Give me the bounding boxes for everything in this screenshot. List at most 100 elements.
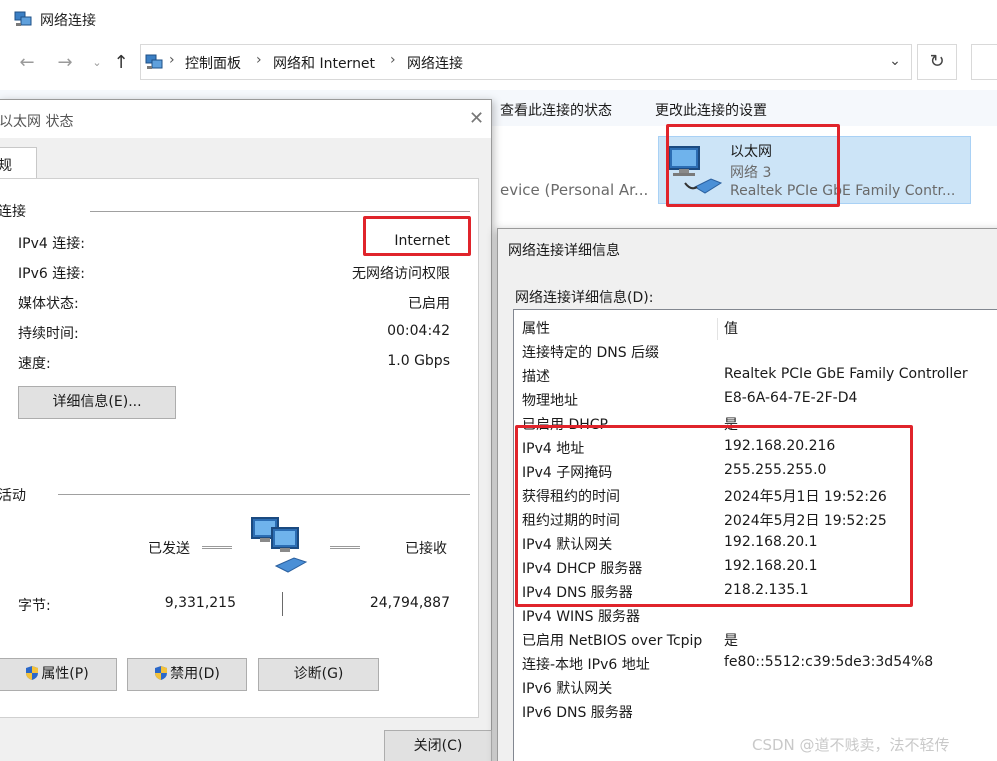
- tab-label: 规: [0, 158, 12, 174]
- list-item[interactable]: IPv6 DNS 服务器: [514, 700, 997, 724]
- details-button[interactable]: 详细信息(E)...: [18, 386, 176, 419]
- property-value: 2024年5月1日 19:52:26: [724, 489, 887, 505]
- list-item[interactable]: IPv4 默认网关 192.168.20.1: [514, 532, 997, 556]
- network-connections-icon: [14, 11, 32, 26]
- recent-dropdown-icon[interactable]: ⌄: [86, 52, 108, 74]
- property-value: 192.168.20.1: [724, 534, 818, 550]
- property-key: 连接-本地 IPv6 地址: [522, 657, 650, 673]
- chevron-down-icon[interactable]: ⌄: [885, 53, 905, 73]
- list-item[interactable]: IPv4 DHCP 服务器 192.168.20.1: [514, 556, 997, 580]
- group-divider: [58, 494, 470, 495]
- change-settings-command[interactable]: 更改此连接的设置: [655, 100, 767, 120]
- diagnose-button[interactable]: 诊断(G): [258, 658, 379, 691]
- list-item[interactable]: 已启用 NetBIOS over Tcpip 是: [514, 628, 997, 652]
- list-item[interactable]: IPv4 DNS 服务器 218.2.135.1: [514, 580, 997, 604]
- column-separator[interactable]: [717, 318, 718, 340]
- dialog-title-bar: 以太网 状态 ✕: [0, 100, 491, 138]
- list-item[interactable]: 租约过期的时间 2024年5月2日 19:52:25: [514, 508, 997, 532]
- back-arrow-icon[interactable]: ←: [16, 52, 38, 74]
- ipv4-connectivity-value: Internet: [394, 233, 450, 249]
- details-list-label: 网络连接详细信息(D):: [515, 290, 654, 306]
- property-value: 218.2.135.1: [724, 582, 809, 598]
- group-divider: [90, 211, 470, 212]
- property-key: 物理地址: [522, 393, 578, 409]
- property-key: 获得租约的时间: [522, 489, 620, 505]
- activity-group-title: 活动: [0, 488, 26, 504]
- list-item[interactable]: IPv4 地址 192.168.20.216: [514, 436, 997, 460]
- property-value: 是: [724, 417, 738, 433]
- breadcrumb-control-panel[interactable]: 控制面板: [185, 53, 241, 73]
- header-property[interactable]: 属性: [522, 318, 550, 338]
- close-icon[interactable]: ✕: [469, 108, 484, 129]
- window-title: 网络连接: [40, 13, 96, 29]
- property-key: IPv4 默认网关: [522, 537, 613, 553]
- property-value: E8-6A-64-7E-2F-D4: [724, 390, 858, 406]
- property-key: IPv4 DNS 服务器: [522, 585, 633, 601]
- breadcrumb-network-connections[interactable]: 网络连接: [407, 53, 463, 73]
- property-key: IPv4 DHCP 服务器: [522, 561, 643, 577]
- property-key: 已启用 NetBIOS over Tcpip: [522, 633, 703, 649]
- view-status-command[interactable]: 查看此连接的状态: [500, 100, 612, 120]
- property-key: 租约过期的时间: [522, 513, 620, 529]
- network-name: 网络 3: [730, 165, 772, 181]
- list-header: 属性 值: [514, 316, 997, 340]
- details-list[interactable]: 属性 值 连接特定的 DNS 后缀 描述 Realtek PCIe GbE Fam…: [513, 309, 997, 761]
- list-item[interactable]: 获得租约的时间 2024年5月1日 19:52:26: [514, 484, 997, 508]
- list-item[interactable]: 连接特定的 DNS 后缀: [514, 340, 997, 364]
- list-item[interactable]: 物理地址 E8-6A-64-7E-2F-D4: [514, 388, 997, 412]
- uac-shield-icon: [26, 666, 39, 680]
- close-button[interactable]: 关闭(C): [384, 730, 492, 761]
- properties-button[interactable]: 属性(P): [0, 658, 117, 691]
- uac-shield-icon: [155, 666, 168, 680]
- property-key: 连接特定的 DNS 后缀: [522, 345, 660, 361]
- received-label: 已接收: [405, 541, 447, 557]
- sent-line: [202, 546, 232, 549]
- ipv4-connectivity-label: IPv4 连接:: [18, 236, 85, 252]
- tab-general[interactable]: 规: [0, 147, 37, 179]
- list-item[interactable]: IPv4 WINS 服务器: [514, 604, 997, 628]
- property-value: Realtek PCIe GbE Family Controller: [724, 366, 968, 382]
- property-value: fe80::5512:c39:5de3:3d54%8: [724, 654, 934, 670]
- duration-label: 持续时间:: [18, 326, 79, 342]
- list-item[interactable]: IPv4 子网掩码 255.255.255.0: [514, 460, 997, 484]
- property-key: 描述: [522, 369, 550, 385]
- property-key: IPv6 默认网关: [522, 681, 613, 697]
- breadcrumb-chevron-icon: ›: [256, 52, 262, 68]
- refresh-button[interactable]: ↻: [917, 44, 957, 80]
- breadcrumb-network-internet[interactable]: 网络和 Internet: [273, 53, 375, 73]
- property-key: 已启用 DHCP: [522, 417, 608, 433]
- control-panel-icon: [145, 54, 163, 69]
- address-bar[interactable]: › 控制面板 › 网络和 Internet › 网络连接 ⌄: [140, 44, 912, 80]
- dialog-title: 以太网 状态: [0, 114, 74, 130]
- up-arrow-icon[interactable]: ↑: [110, 52, 132, 74]
- property-value: 255.255.255.0: [724, 462, 827, 478]
- adapter-name: Realtek PCIe GbE Family Contr...: [730, 183, 956, 199]
- bytes-separator: [282, 592, 283, 616]
- list-item[interactable]: IPv6 默认网关: [514, 676, 997, 700]
- list-item[interactable]: 已启用 DHCP 是: [514, 412, 997, 436]
- connection-name: 以太网: [730, 144, 772, 160]
- disable-button[interactable]: 禁用(D): [127, 658, 247, 691]
- property-key: IPv4 子网掩码: [522, 465, 613, 481]
- list-item[interactable]: 连接-本地 IPv6 地址 fe80::5512:c39:5de3:3d54%8: [514, 652, 997, 676]
- property-key: IPv4 地址: [522, 441, 585, 457]
- general-tab-panel: 连接 IPv4 连接: Internet IPv6 连接: 无网络访问权限 媒体…: [0, 178, 479, 718]
- media-state-label: 媒体状态:: [18, 296, 79, 312]
- property-key: IPv6 DNS 服务器: [522, 705, 633, 721]
- breadcrumb-chevron-icon: ›: [169, 52, 175, 68]
- ethernet-connection-item[interactable]: 以太网 网络 3 Realtek PCIe GbE Family Contr..…: [658, 136, 971, 204]
- search-input[interactable]: [971, 44, 997, 80]
- property-value: 是: [724, 633, 738, 649]
- header-value[interactable]: 值: [724, 318, 738, 338]
- sent-label: 已发送: [148, 541, 190, 557]
- speed-value: 1.0 Gbps: [387, 353, 450, 369]
- connection-group-title: 连接: [0, 204, 26, 220]
- properties-button-label: 属性(P): [41, 666, 89, 682]
- bytes-sent-value: 9,331,215: [164, 595, 236, 611]
- property-key: IPv4 WINS 服务器: [522, 609, 640, 625]
- other-connection-item[interactable]: evice (Personal Ar...: [500, 181, 648, 199]
- forward-arrow-icon[interactable]: →: [54, 52, 76, 74]
- network-details-dialog: 网络连接详细信息 网络连接详细信息(D): 属性 值 连接特定的 DNS 后缀 …: [497, 228, 997, 761]
- list-item[interactable]: 描述 Realtek PCIe GbE Family Controller: [514, 364, 997, 388]
- watermark: CSDN @道不贱卖，法不轻传: [752, 736, 950, 754]
